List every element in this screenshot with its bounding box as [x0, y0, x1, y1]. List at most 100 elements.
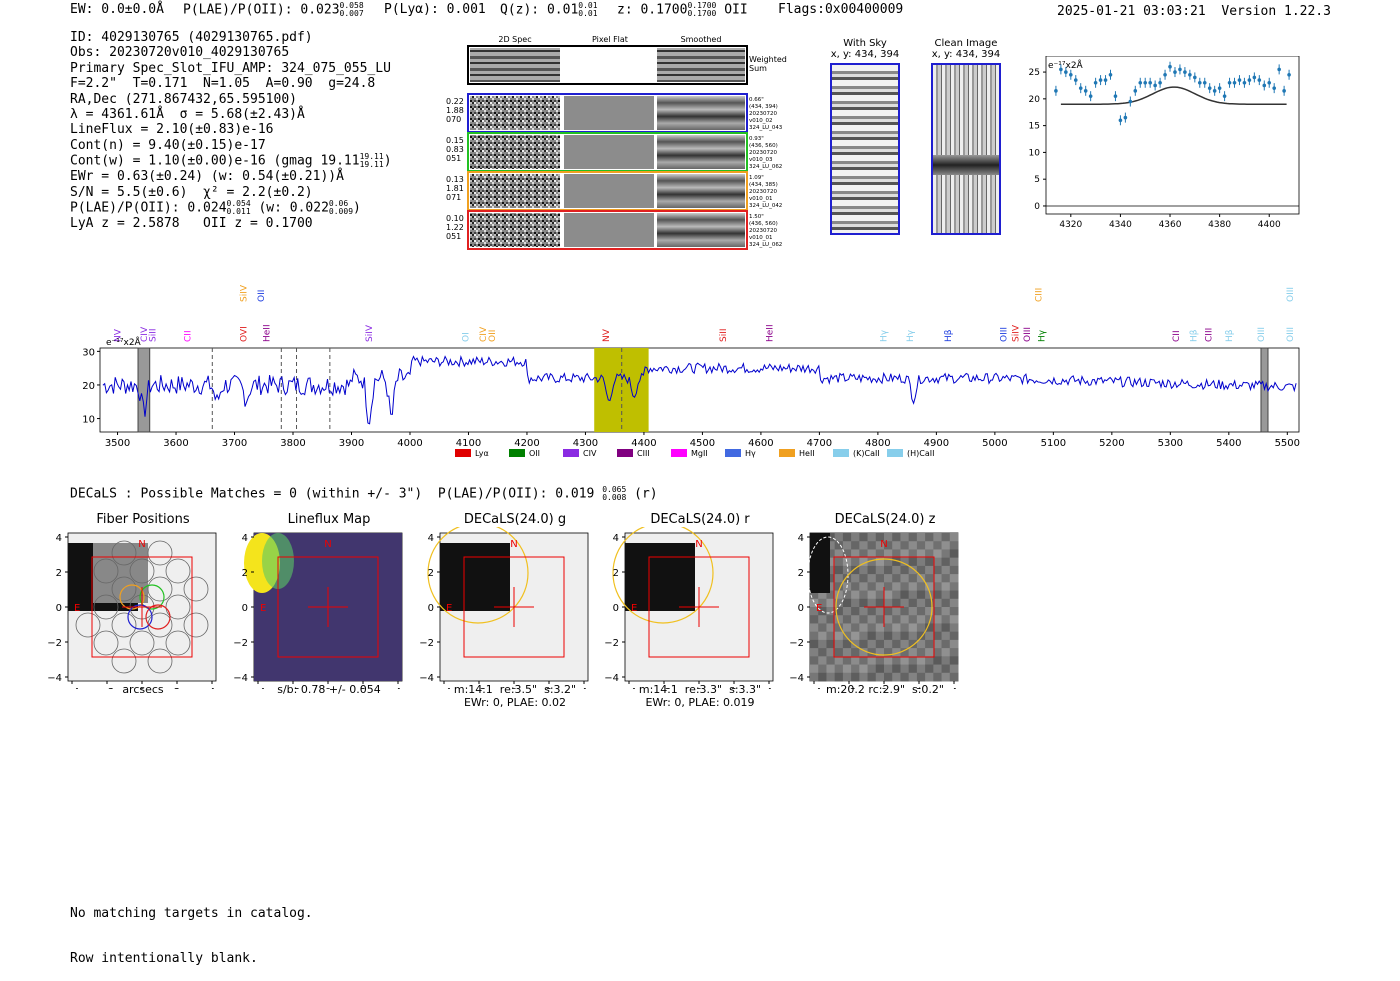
y-tick-label: −4: [47, 673, 62, 684]
pixel: [859, 598, 869, 608]
pixel: [842, 590, 852, 600]
panel-caption-2: EWr: 0, PLAE: 0.019: [645, 696, 755, 709]
pixel: [834, 664, 844, 674]
pixel: [933, 631, 943, 641]
info-sn: S/N = 5.5(±0.6) χ² = 2.2(±0.2): [70, 184, 313, 200]
pixel: [842, 672, 852, 682]
clean-image-title: Clean Image x, y: 434, 394: [931, 38, 1001, 60]
pixel: [900, 656, 910, 666]
weighted-label-2: Sum: [749, 64, 767, 73]
legend-label: HeII: [799, 449, 815, 458]
pixel: [842, 541, 852, 550]
pixel: [875, 607, 885, 616]
y-tick-label: 4: [428, 533, 434, 544]
pixel: [867, 639, 877, 649]
header-datetime: 2025-01-21 03:03:21 Version 1.22.3: [1057, 4, 1331, 19]
pixel: [851, 582, 860, 592]
data-point: [1212, 89, 1217, 93]
pixel: [818, 648, 827, 657]
pixel: [859, 582, 869, 592]
pixel: [916, 648, 926, 657]
legend-swatch: [509, 449, 525, 457]
x-tick-label: −2: [100, 687, 115, 689]
pixel: [916, 656, 926, 666]
col-smooth-label: Smoothed: [681, 35, 722, 44]
pixel: [900, 615, 910, 624]
pixel: [900, 639, 910, 649]
x-tick-label: 4100: [456, 438, 481, 449]
data-point: [1103, 78, 1108, 82]
pixel: [900, 664, 910, 674]
pixel: [826, 672, 836, 682]
data-point: [1232, 80, 1237, 85]
pixel: [859, 615, 869, 624]
data-point: [1217, 86, 1222, 90]
data-point: [1133, 89, 1138, 93]
line-label: OII: [488, 330, 498, 342]
legend-label: CIV: [583, 449, 597, 458]
cutout-right-label: v010_03: [749, 157, 773, 163]
line-label: SiIV: [239, 284, 249, 302]
cutout-grid: 2D Spec Pixel Flat Smoothed Weighted Sum…: [446, 35, 787, 250]
pixel: [875, 672, 885, 682]
pixel: [834, 631, 844, 641]
pixel: [892, 607, 901, 616]
y-tick-label: 0: [242, 603, 248, 614]
pixel: [842, 533, 852, 542]
cutout-smooth: [657, 96, 745, 130]
bright-source: [810, 533, 830, 593]
y-tick-label: 2: [242, 568, 248, 579]
cutout-right-label: (434, 394): [749, 104, 778, 110]
data-point: [1123, 115, 1128, 120]
pixel: [949, 565, 959, 575]
legend-swatch: [725, 449, 741, 457]
line-label: OIII: [1023, 327, 1033, 342]
x-tick-label: 4300: [573, 438, 598, 449]
pixel: [900, 648, 910, 657]
pixel: [851, 672, 860, 682]
pixel: [892, 623, 901, 633]
pixel: [851, 656, 860, 666]
pixel: [900, 565, 910, 575]
north-label: N: [695, 539, 702, 550]
pixel: [884, 639, 893, 649]
pixel: [949, 639, 959, 649]
pixel: [884, 656, 893, 666]
cutout-smooth: [657, 174, 745, 208]
pixel: [933, 598, 943, 608]
y-tick-label: 4: [798, 533, 804, 544]
line-label: OI: [462, 332, 472, 342]
clean-image: [931, 63, 1001, 235]
pixel: [851, 541, 860, 550]
data-point: [1272, 86, 1276, 90]
col-2d-label: 2D Spec: [498, 35, 531, 44]
pixel: [925, 664, 934, 674]
pixel: [941, 623, 951, 633]
image-panel: DECaLS(24.0) zNE420−2−4−4−2024m:20.2 rc:…: [780, 512, 970, 696]
info-fwhm: F=2.2" T=0.171 N=1.05 A=0.90 g=24.8: [70, 76, 376, 92]
y-tick-label: −4: [789, 673, 804, 684]
north-label: N: [324, 539, 331, 550]
line-label: CII: [1172, 330, 1182, 342]
pixel: [925, 623, 934, 633]
x-tick-label: 4800: [865, 438, 890, 449]
x-tick-label: 4: [395, 687, 401, 689]
cutout-left-label: 0.22: [446, 97, 464, 106]
legend-label: Hγ: [745, 449, 756, 458]
panel-title: Fiber Positions: [96, 512, 190, 527]
pixel: [892, 664, 901, 674]
pixel: [941, 672, 951, 682]
cutout-right-label: 0.66": [749, 97, 764, 103]
cutout-flat: [564, 174, 654, 208]
y-tick-label: 20: [1029, 95, 1041, 105]
info-block: ID: 4029130765 (4029130765.pdf) Obs: 202…: [70, 30, 392, 231]
y-tick-label: 0: [1034, 202, 1040, 212]
y-tick-label: 2: [428, 568, 434, 579]
x-tick-label: −4: [622, 687, 637, 689]
north-label: N: [510, 539, 517, 550]
line-label: SiII: [149, 328, 159, 342]
x-tick-label: 3900: [339, 438, 364, 449]
cutout-flat: [564, 96, 654, 130]
y-tick-label: 0: [56, 603, 62, 614]
line-label: SiII: [719, 328, 729, 342]
